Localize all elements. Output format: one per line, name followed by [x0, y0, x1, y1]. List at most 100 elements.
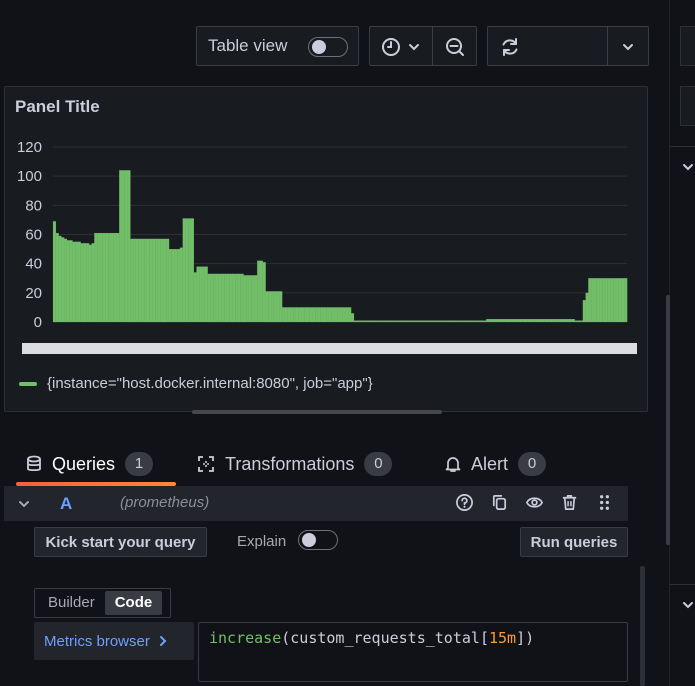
chart-bar[interactable]: [259, 260, 264, 323]
chart-bar[interactable]: [52, 221, 57, 323]
chart-bar[interactable]: [428, 320, 432, 323]
chart-bar[interactable]: [477, 320, 482, 323]
chart-bar[interactable]: [599, 278, 603, 323]
explain-toggle[interactable]: [298, 530, 338, 550]
chart-bar[interactable]: [237, 273, 241, 323]
chart-bar[interactable]: [86, 243, 90, 323]
chart-bar[interactable]: [395, 320, 399, 323]
chart-bar[interactable]: [442, 320, 446, 323]
chart-bar[interactable]: [557, 319, 562, 323]
chart-bar[interactable]: [563, 319, 567, 323]
chart-bar[interactable]: [607, 278, 611, 323]
chart-bar[interactable]: [560, 319, 564, 323]
chart-bar[interactable]: [99, 232, 103, 323]
chart-bar[interactable]: [248, 275, 252, 323]
chart-bar[interactable]: [221, 273, 225, 323]
chart-bar[interactable]: [519, 319, 523, 323]
chart-bar[interactable]: [400, 320, 404, 323]
chart-bar[interactable]: [568, 319, 573, 323]
chart-bar[interactable]: [350, 313, 355, 323]
chart-bar[interactable]: [356, 320, 360, 323]
chart-bar[interactable]: [491, 319, 495, 323]
chart-bar[interactable]: [80, 243, 84, 323]
chart-bar[interactable]: [163, 238, 167, 323]
chart-bar[interactable]: [444, 320, 448, 323]
chart-bar[interactable]: [326, 307, 330, 323]
chart-bar[interactable]: [508, 319, 512, 323]
chart-bar[interactable]: [295, 307, 299, 323]
chart-bar[interactable]: [530, 319, 534, 323]
chart-bar[interactable]: [166, 238, 170, 323]
drag-handle-icon[interactable]: [595, 493, 614, 517]
chart-bar[interactable]: [370, 320, 374, 323]
chart-bar[interactable]: [585, 292, 589, 323]
chart-bar[interactable]: [546, 319, 551, 323]
eye-icon[interactable]: [525, 493, 544, 517]
chart-bar[interactable]: [284, 307, 288, 323]
chart-bar[interactable]: [55, 232, 59, 323]
chart-bar[interactable]: [411, 320, 415, 323]
options-section-chevron-icon[interactable]: [682, 160, 694, 178]
chart-bar[interactable]: [602, 278, 606, 323]
chart-bar[interactable]: [367, 320, 371, 323]
chart-bar[interactable]: [486, 319, 490, 323]
copy-icon[interactable]: [490, 493, 509, 517]
chart-bar[interactable]: [403, 320, 407, 323]
chart-bar[interactable]: [549, 319, 553, 323]
chart-bar[interactable]: [458, 320, 462, 323]
chart-bar[interactable]: [102, 232, 106, 323]
chart-bar[interactable]: [210, 273, 214, 323]
chart-bar[interactable]: [218, 273, 222, 323]
chart-bar[interactable]: [541, 319, 545, 323]
chart-bar[interactable]: [298, 307, 302, 323]
chart-bar[interactable]: [204, 266, 208, 323]
chart-bar[interactable]: [417, 320, 421, 323]
tab-alert[interactable]: Alert 0: [445, 444, 547, 484]
chart-bar[interactable]: [66, 240, 70, 323]
chart-bar[interactable]: [359, 320, 363, 323]
table-view-toggle[interactable]: Table view: [196, 26, 359, 66]
chart-bar[interactable]: [397, 320, 401, 323]
chart-bar[interactable]: [588, 278, 592, 323]
chart-bar[interactable]: [61, 237, 65, 323]
chart-bar[interactable]: [124, 170, 128, 323]
chart-bar[interactable]: [389, 320, 393, 323]
chart-bar[interactable]: [127, 170, 131, 323]
chart-bar[interactable]: [317, 307, 321, 323]
chart-bar[interactable]: [384, 320, 388, 323]
chart-bar[interactable]: [246, 275, 250, 323]
chart-bar[interactable]: [226, 273, 230, 323]
chart-bar[interactable]: [315, 307, 319, 323]
chart-bar[interactable]: [301, 307, 305, 323]
chart-bar[interactable]: [304, 307, 308, 323]
chart-bar[interactable]: [328, 307, 332, 323]
kick-start-query-button[interactable]: Kick start your query: [34, 527, 207, 557]
chart-bar[interactable]: [505, 319, 509, 323]
chart-bar[interactable]: [108, 232, 112, 323]
chart-bar[interactable]: [58, 235, 62, 323]
chart-bar[interactable]: [281, 307, 286, 323]
chart-bar[interactable]: [155, 238, 159, 323]
metrics-browser-button[interactable]: Metrics browser: [34, 622, 194, 660]
options-section-chevron-icon[interactable]: [682, 598, 694, 616]
chart-bar[interactable]: [516, 319, 520, 323]
chart-bar[interactable]: [422, 320, 426, 323]
chart-bar[interactable]: [179, 247, 183, 323]
chart-bar[interactable]: [268, 291, 272, 323]
chart-bar[interactable]: [593, 278, 597, 323]
chart-bar[interactable]: [552, 319, 556, 323]
chart-bar[interactable]: [257, 260, 261, 323]
chart-bar[interactable]: [132, 238, 137, 323]
chart-bar[interactable]: [212, 273, 217, 323]
chart-bar[interactable]: [613, 278, 617, 323]
chart-bar[interactable]: [483, 320, 487, 323]
chart-bar[interactable]: [464, 320, 468, 323]
chart-bar[interactable]: [229, 273, 233, 323]
chart-bar[interactable]: [544, 319, 548, 323]
chart-bar[interactable]: [618, 278, 622, 323]
chart-bar[interactable]: [455, 320, 459, 323]
chart-bar[interactable]: [497, 319, 501, 323]
chart-bar[interactable]: [337, 307, 341, 323]
chart-bar[interactable]: [293, 307, 297, 323]
chart-bar[interactable]: [381, 320, 385, 323]
